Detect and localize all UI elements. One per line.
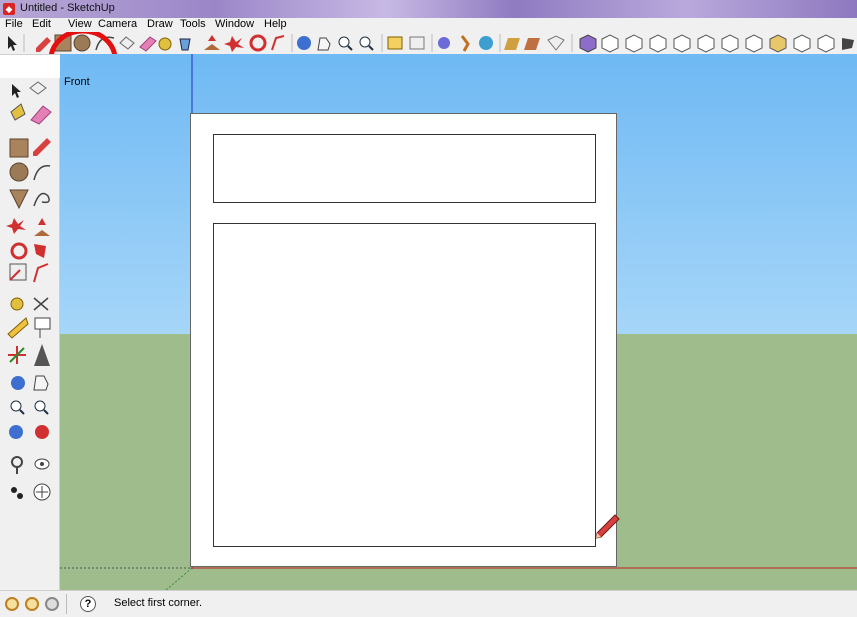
offset-icon[interactable] [33, 263, 49, 283]
help-icon[interactable]: ? [80, 596, 96, 612]
position-camera-icon[interactable] [11, 456, 23, 474]
scene-label: Front [64, 76, 90, 88]
axis-dotted-green [165, 567, 193, 590]
rotate-icon[interactable] [10, 242, 28, 260]
polygon-icon[interactable] [9, 189, 29, 210]
user-icon[interactable] [45, 597, 59, 611]
section-plane-icon[interactable] [33, 483, 51, 501]
previous-icon[interactable] [35, 425, 49, 439]
eraser-icon[interactable] [139, 36, 157, 52]
protractor-icon[interactable] [7, 317, 29, 339]
right-view-icon[interactable] [721, 34, 739, 53]
pan-icon[interactable] [317, 37, 331, 51]
select-arrow-icon[interactable] [12, 84, 21, 98]
main-toolbar [0, 32, 857, 55]
x-ray-icon[interactable] [842, 38, 854, 50]
menu-tools[interactable]: Tools [180, 18, 206, 30]
menu-draw[interactable]: Draw [147, 18, 173, 30]
zoom-extents-icon[interactable] [9, 425, 23, 439]
iso-view-icon[interactable] [524, 38, 540, 50]
arc-icon[interactable] [33, 165, 51, 181]
move-icon[interactable] [6, 218, 26, 234]
menu-help[interactable]: Help [264, 18, 287, 30]
back-view-icon[interactable] [625, 34, 643, 53]
paint-bucket-icon[interactable] [179, 38, 191, 51]
circle-icon[interactable] [73, 34, 91, 52]
content-rectangle [213, 223, 596, 547]
next-view-icon[interactable] [409, 36, 425, 50]
iso-view-icon[interactable] [649, 34, 667, 53]
menu-camera[interactable]: Camera [98, 18, 137, 30]
text-icon[interactable] [34, 317, 51, 338]
zoom-icon[interactable] [10, 400, 25, 415]
make-component-icon[interactable] [119, 36, 135, 50]
paint-bucket-icon[interactable] [10, 103, 26, 121]
menu-view[interactable]: View [68, 18, 92, 30]
sketchup-logo-icon: ◆ [3, 3, 15, 15]
hidden-line-icon[interactable] [793, 34, 811, 53]
credits-icon[interactable] [25, 597, 39, 611]
tape-measure-icon[interactable] [158, 37, 172, 51]
top-view-icon[interactable] [673, 34, 691, 53]
look-around-icon[interactable] [479, 36, 493, 50]
eraser-icon[interactable] [30, 105, 52, 125]
menu-window[interactable]: Window [215, 18, 254, 30]
zoom-icon[interactable] [338, 36, 353, 51]
zoom-window-icon[interactable] [34, 400, 49, 415]
front-view-icon[interactable] [579, 34, 597, 53]
shaded-view-icon[interactable] [769, 34, 787, 53]
make-component-icon[interactable] [29, 81, 47, 95]
line-pencil-icon[interactable] [36, 37, 51, 52]
left-toolbar [0, 78, 60, 590]
3d-text-icon[interactable] [34, 344, 50, 366]
window-title: Untitled - SketchUp [20, 2, 115, 14]
front-view-icon[interactable] [697, 34, 715, 53]
push-pull-icon[interactable] [34, 218, 50, 236]
pencil-cursor-icon [595, 514, 620, 539]
circle-icon[interactable] [9, 162, 29, 182]
walk-icon[interactable] [11, 487, 23, 499]
drawing-page [190, 113, 617, 567]
rotate-icon[interactable] [249, 34, 267, 52]
right-view-icon[interactable] [601, 34, 619, 53]
header-rectangle [213, 134, 596, 203]
viewport[interactable]: Front [60, 54, 857, 590]
move-icon[interactable] [224, 36, 244, 52]
status-text: Select first corner. [114, 597, 203, 609]
scale-icon[interactable] [9, 263, 27, 281]
status-bar: ? Select first corner. [0, 590, 857, 617]
orbit-icon[interactable] [297, 36, 311, 50]
menu-file[interactable]: File [5, 18, 23, 30]
freehand-icon[interactable] [33, 192, 50, 207]
zoom-extents-icon[interactable] [359, 36, 374, 51]
line-pencil-icon[interactable] [33, 138, 51, 156]
back-view-icon[interactable] [745, 34, 763, 53]
previous-view-icon[interactable] [387, 36, 403, 50]
pan-icon[interactable] [33, 375, 49, 391]
axes-icon[interactable] [8, 346, 26, 364]
title-bar: ◆ Untitled - SketchUp [0, 0, 857, 18]
position-camera-icon[interactable] [438, 37, 450, 49]
section-plane-icon[interactable] [504, 38, 520, 50]
walk-icon[interactable] [460, 35, 470, 52]
look-around-icon[interactable] [34, 458, 50, 470]
push-pull-icon[interactable] [204, 35, 220, 50]
rectangle-icon[interactable] [9, 138, 29, 158]
menu-edit[interactable]: Edit [32, 18, 51, 30]
status-divider [66, 594, 67, 614]
tape-measure-icon[interactable] [10, 297, 24, 311]
wireframe-icon[interactable] [817, 34, 835, 53]
geo-location-icon[interactable] [5, 597, 19, 611]
follow-me-icon[interactable] [271, 35, 285, 51]
dimension-icon[interactable] [33, 297, 49, 311]
top-view-icon[interactable] [547, 35, 565, 51]
follow-me-icon[interactable] [34, 244, 46, 258]
select-arrow-icon[interactable] [8, 36, 17, 51]
orbit-icon[interactable] [11, 376, 25, 390]
menu-bar: File Edit View Camera Draw Tools Window … [0, 18, 857, 32]
